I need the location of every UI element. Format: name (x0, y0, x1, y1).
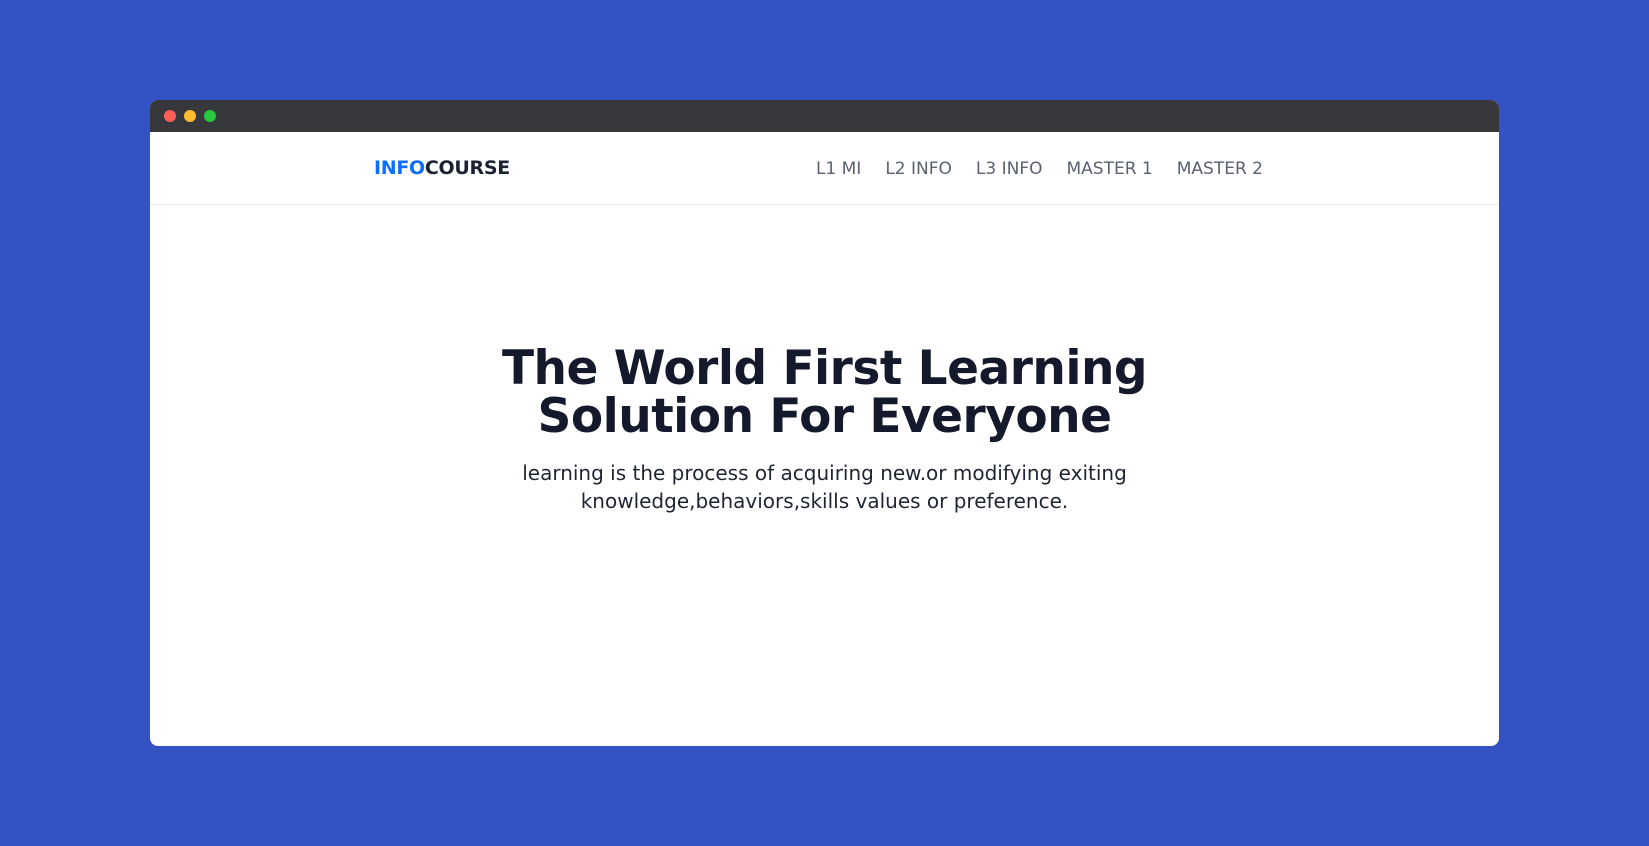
brand-logo-info: INFO (374, 157, 425, 179)
close-window-icon[interactable] (164, 110, 176, 122)
hero-subtitle: learning is the process of acquiring new… (522, 461, 1127, 513)
nav-link-l1-mi[interactable]: L1 MI (816, 159, 861, 179)
main-nav: L1 MI L2 INFO L3 INFO MASTER 1 MASTER 2 (816, 159, 1263, 179)
brand-logo[interactable]: INFOCOURSE (374, 157, 510, 179)
hero-title: The World First Learning Solution For Ev… (501, 341, 1148, 444)
nav-link-master-2[interactable]: MASTER 2 (1177, 159, 1263, 179)
hero-section: The World First Learning Solution For Ev… (150, 345, 1499, 515)
brand-logo-course: COURSE (424, 157, 510, 179)
nav-link-l3-info[interactable]: L3 INFO (976, 159, 1043, 179)
nav-link-master-1[interactable]: MASTER 1 (1067, 159, 1153, 179)
window-titlebar (150, 100, 1499, 132)
browser-window: INFOCOURSE L1 MI L2 INFO L3 INFO MASTER … (150, 100, 1499, 746)
maximize-window-icon[interactable] (204, 110, 216, 122)
nav-link-l2-info[interactable]: L2 INFO (885, 159, 952, 179)
minimize-window-icon[interactable] (184, 110, 196, 122)
site-navbar: INFOCOURSE L1 MI L2 INFO L3 INFO MASTER … (150, 132, 1499, 205)
